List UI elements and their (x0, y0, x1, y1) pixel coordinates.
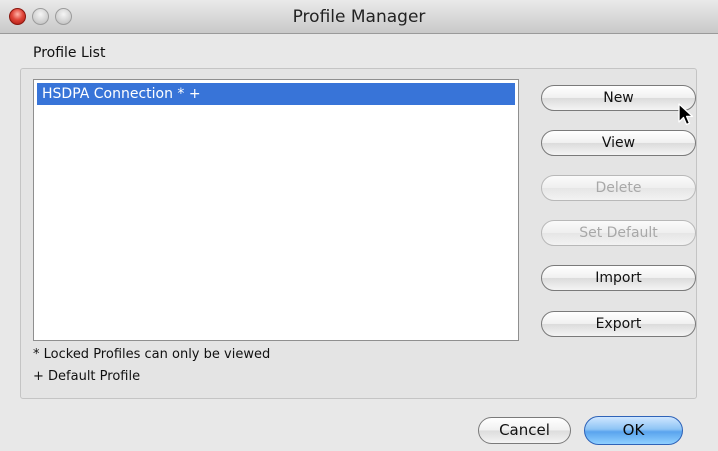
profile-list-item[interactable]: HSDPA Connection * + (37, 83, 515, 105)
profile-listbox[interactable]: HSDPA Connection * + (33, 79, 519, 341)
export-button[interactable]: Export (541, 311, 696, 337)
set-default-button[interactable]: Set Default (541, 220, 696, 246)
new-button[interactable]: New (541, 85, 696, 111)
window-title: Profile Manager (292, 7, 426, 27)
profile-list-label: Profile List (33, 45, 106, 61)
ok-button[interactable]: OK (584, 416, 683, 445)
locked-profiles-note: * Locked Profiles can only be viewed (33, 347, 271, 362)
import-button[interactable]: Import (541, 265, 696, 291)
profile-manager-window: Profile Manager Profile List HSDPA Conne… (0, 0, 718, 451)
mouse-pointer-icon (678, 103, 694, 126)
cancel-button[interactable]: Cancel (478, 417, 571, 444)
title-bar[interactable]: Profile Manager (0, 0, 718, 34)
default-profile-note: + Default Profile (33, 369, 141, 384)
delete-button[interactable]: Delete (541, 175, 696, 201)
view-button[interactable]: View (541, 130, 696, 156)
